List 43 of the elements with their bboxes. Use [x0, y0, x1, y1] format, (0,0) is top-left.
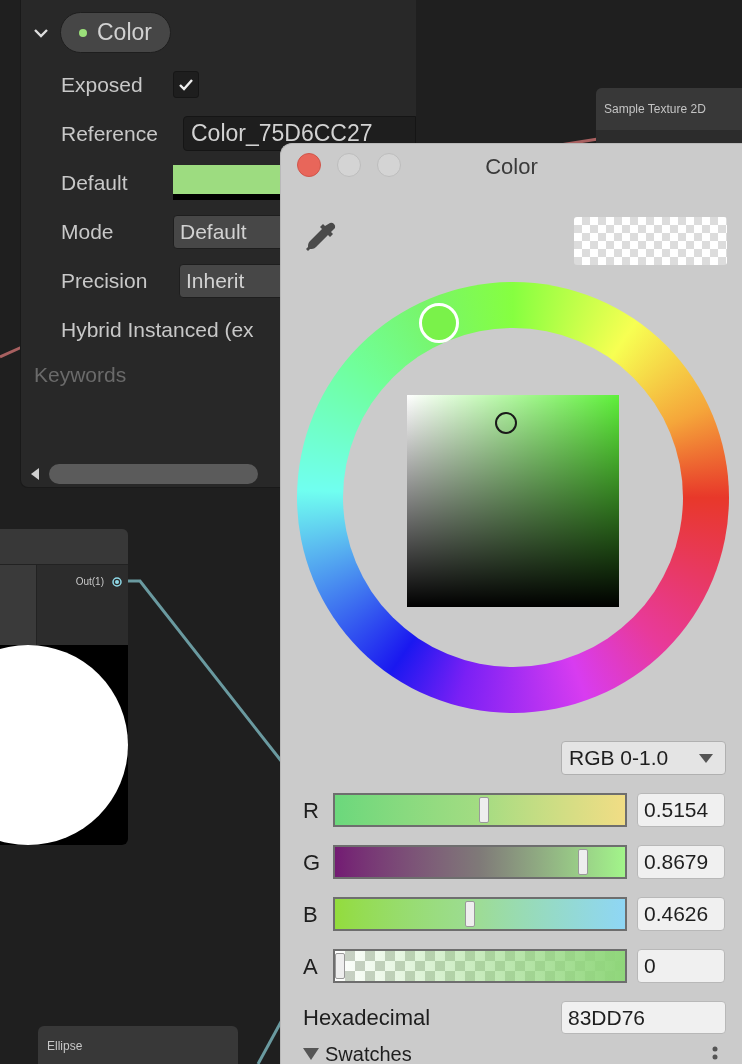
checkbox[interactable] [173, 71, 199, 98]
field-label: Hybrid Instanced (ex [61, 316, 254, 343]
value-input-field[interactable]: 0.4626 [637, 897, 725, 932]
saturation-value-square[interactable] [407, 394, 619, 607]
slider-track[interactable] [333, 793, 627, 828]
hex-input-field[interactable]: 83DD76 [561, 1001, 726, 1035]
field-label: Mode [61, 218, 115, 245]
checkmark-icon [178, 77, 194, 92]
more-icon[interactable] [712, 1046, 718, 1062]
node-title: Ellipse [47, 1038, 83, 1055]
slider-thumb[interactable] [335, 953, 345, 980]
section-header[interactable]: Swatches [325, 1044, 412, 1064]
channel-label: G [303, 848, 322, 877]
slider-thumb[interactable] [578, 849, 588, 876]
port-icon[interactable] [112, 577, 122, 587]
channel-label: A [303, 952, 319, 981]
field-label: Reference [61, 120, 159, 147]
slider-track[interactable] [333, 949, 627, 984]
field-label: Exposed [61, 71, 144, 98]
value-input-field[interactable]: 0.5154 [637, 793, 725, 828]
caret-icon [699, 753, 713, 763]
field-label: Default [61, 169, 129, 196]
slider-thumb[interactable] [464, 901, 475, 928]
value-input-field[interactable]: 0 [637, 949, 725, 984]
node-title: Sample Texture 2D [596, 88, 742, 130]
slider-thumb[interactable] [479, 797, 490, 824]
field-label: Precision [61, 267, 149, 294]
collapse-triangle-icon[interactable] [303, 1048, 319, 1060]
close-button[interactable] [297, 153, 321, 177]
scroll-left-icon[interactable] [31, 468, 39, 480]
property-pill[interactable]: Color [60, 12, 171, 53]
channel-label: R [303, 796, 320, 825]
slider-track[interactable] [333, 897, 627, 932]
slider-track[interactable] [333, 845, 627, 880]
wire [0, 345, 23, 359]
mode-dropdown[interactable]: RGB 0-1.0 [561, 741, 726, 776]
window-title: Color [485, 152, 538, 181]
field-label: Hexadecimal [303, 1004, 431, 1033]
channel-label: B [303, 900, 319, 929]
port-label: Out(1) [75, 575, 104, 589]
color-handle[interactable] [495, 411, 517, 434]
value-input-field[interactable]: 0.8679 [637, 845, 725, 880]
scrollbar-thumb[interactable] [49, 464, 258, 484]
